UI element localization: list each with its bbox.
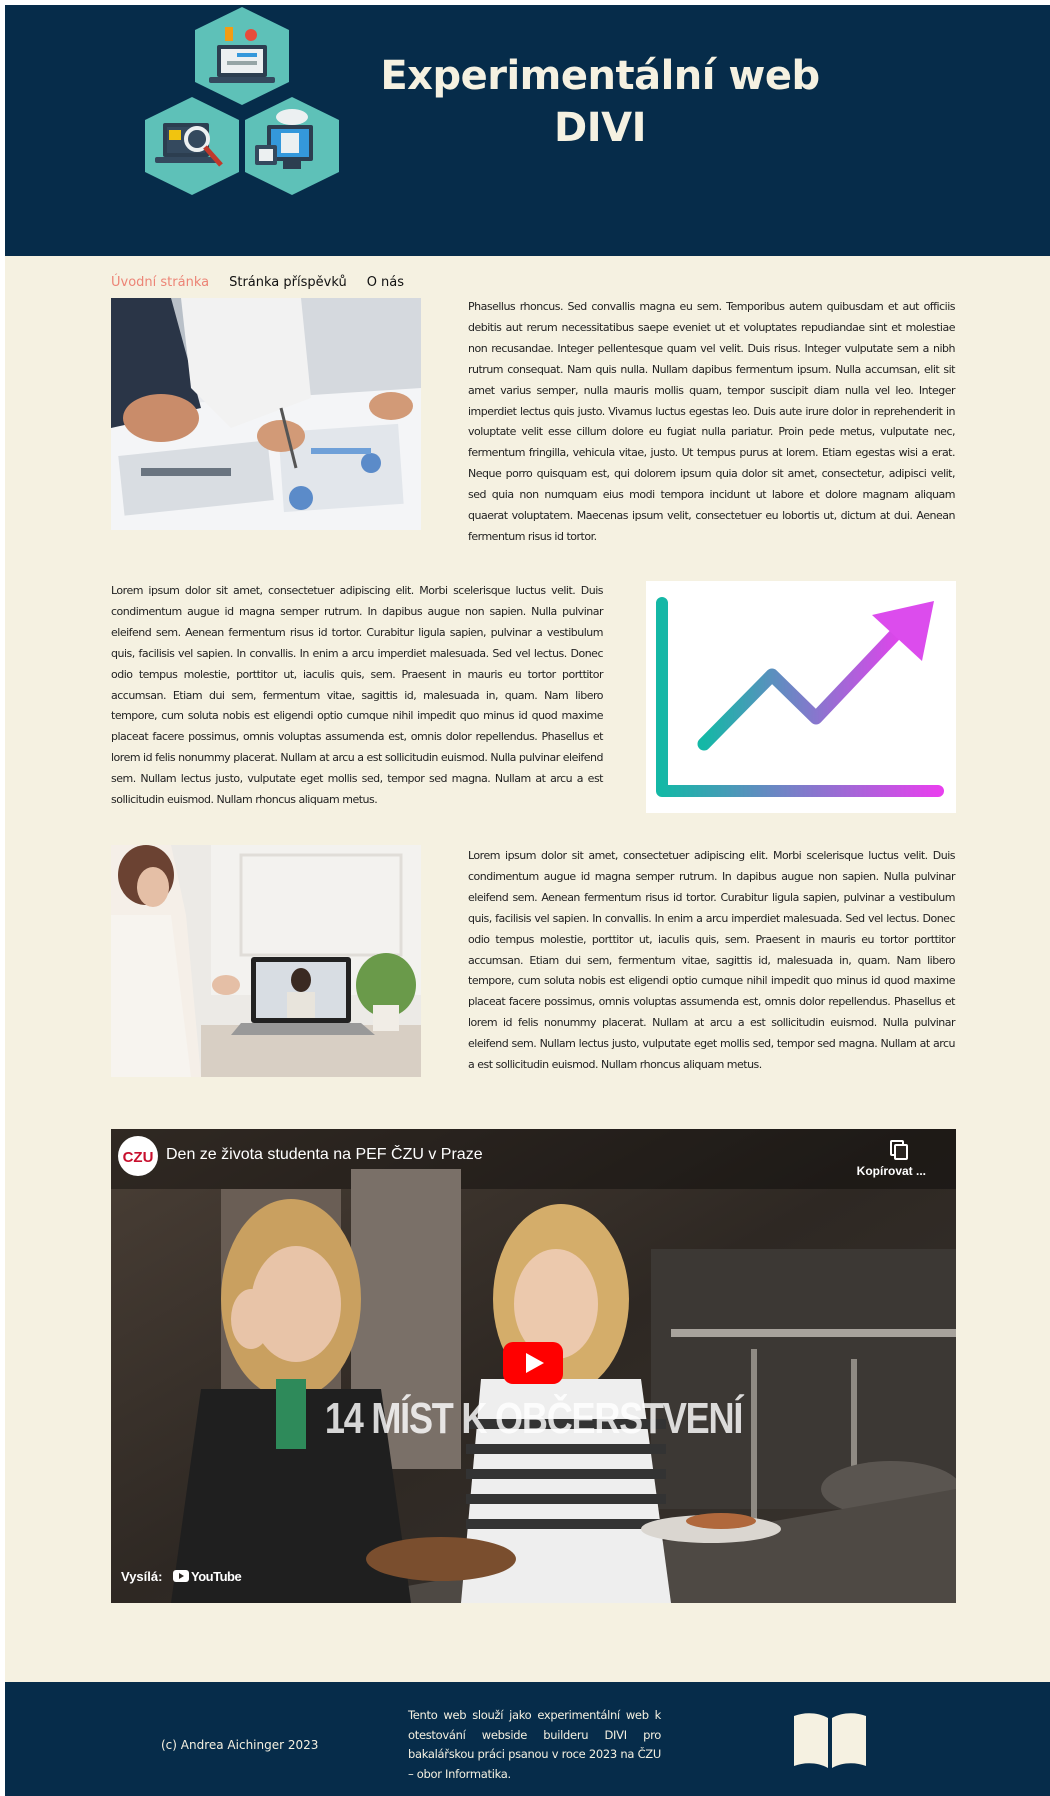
site-footer: (c) Andrea Aichinger 2023 Tento web slou… xyxy=(5,1682,1050,1796)
video-title[interactable]: Den ze života studenta na PEF ČZU v Praz… xyxy=(166,1146,483,1164)
svg-text:CZU: CZU xyxy=(123,1149,154,1166)
site-header: Experimentální web DIVI xyxy=(5,5,1050,256)
open-book-icon xyxy=(794,1713,866,1768)
main-nav: Úvodní stránka Stránka příspěvků O nás xyxy=(111,271,404,295)
youtube-logo[interactable]: YouTube xyxy=(191,1569,242,1584)
site-title: Experimentální web DIVI xyxy=(380,53,820,151)
broadcast-label: Vysílá: xyxy=(121,1569,163,1584)
footer-about-text: Tento web slouží jako experimentální web… xyxy=(408,1708,661,1781)
section-text-3: Lorem ipsum dolor sit amet, consectetuer… xyxy=(468,849,956,1072)
hexagon-devices-logo xyxy=(145,7,339,195)
section-text-1: Phasellus rhoncus. Sed convallis magna e… xyxy=(468,300,956,543)
growth-chart-image xyxy=(646,581,956,813)
copyright-text: (c) Andrea Aichinger 2023 xyxy=(161,1738,319,1752)
page: Experimentální web DIVI Úvodní stránka S… xyxy=(5,5,1050,1796)
copy-link-button[interactable]: Kopírovat ... xyxy=(857,1164,926,1178)
business-meeting-image xyxy=(111,298,421,530)
video-call-image xyxy=(111,845,421,1077)
nav-item-about[interactable]: O nás xyxy=(367,271,404,295)
embedded-video[interactable]: CZU Den ze života studenta na PEF ČZU v … xyxy=(111,1129,956,1603)
section-text-2: Lorem ipsum dolor sit amet, consectetuer… xyxy=(111,584,604,807)
nav-item-posts[interactable]: Stránka příspěvků xyxy=(229,271,347,295)
nav-item-home[interactable]: Úvodní stránka xyxy=(111,271,209,295)
video-overlay-text: 14 MÍST K OBČERSTVENÍ xyxy=(324,1394,743,1443)
